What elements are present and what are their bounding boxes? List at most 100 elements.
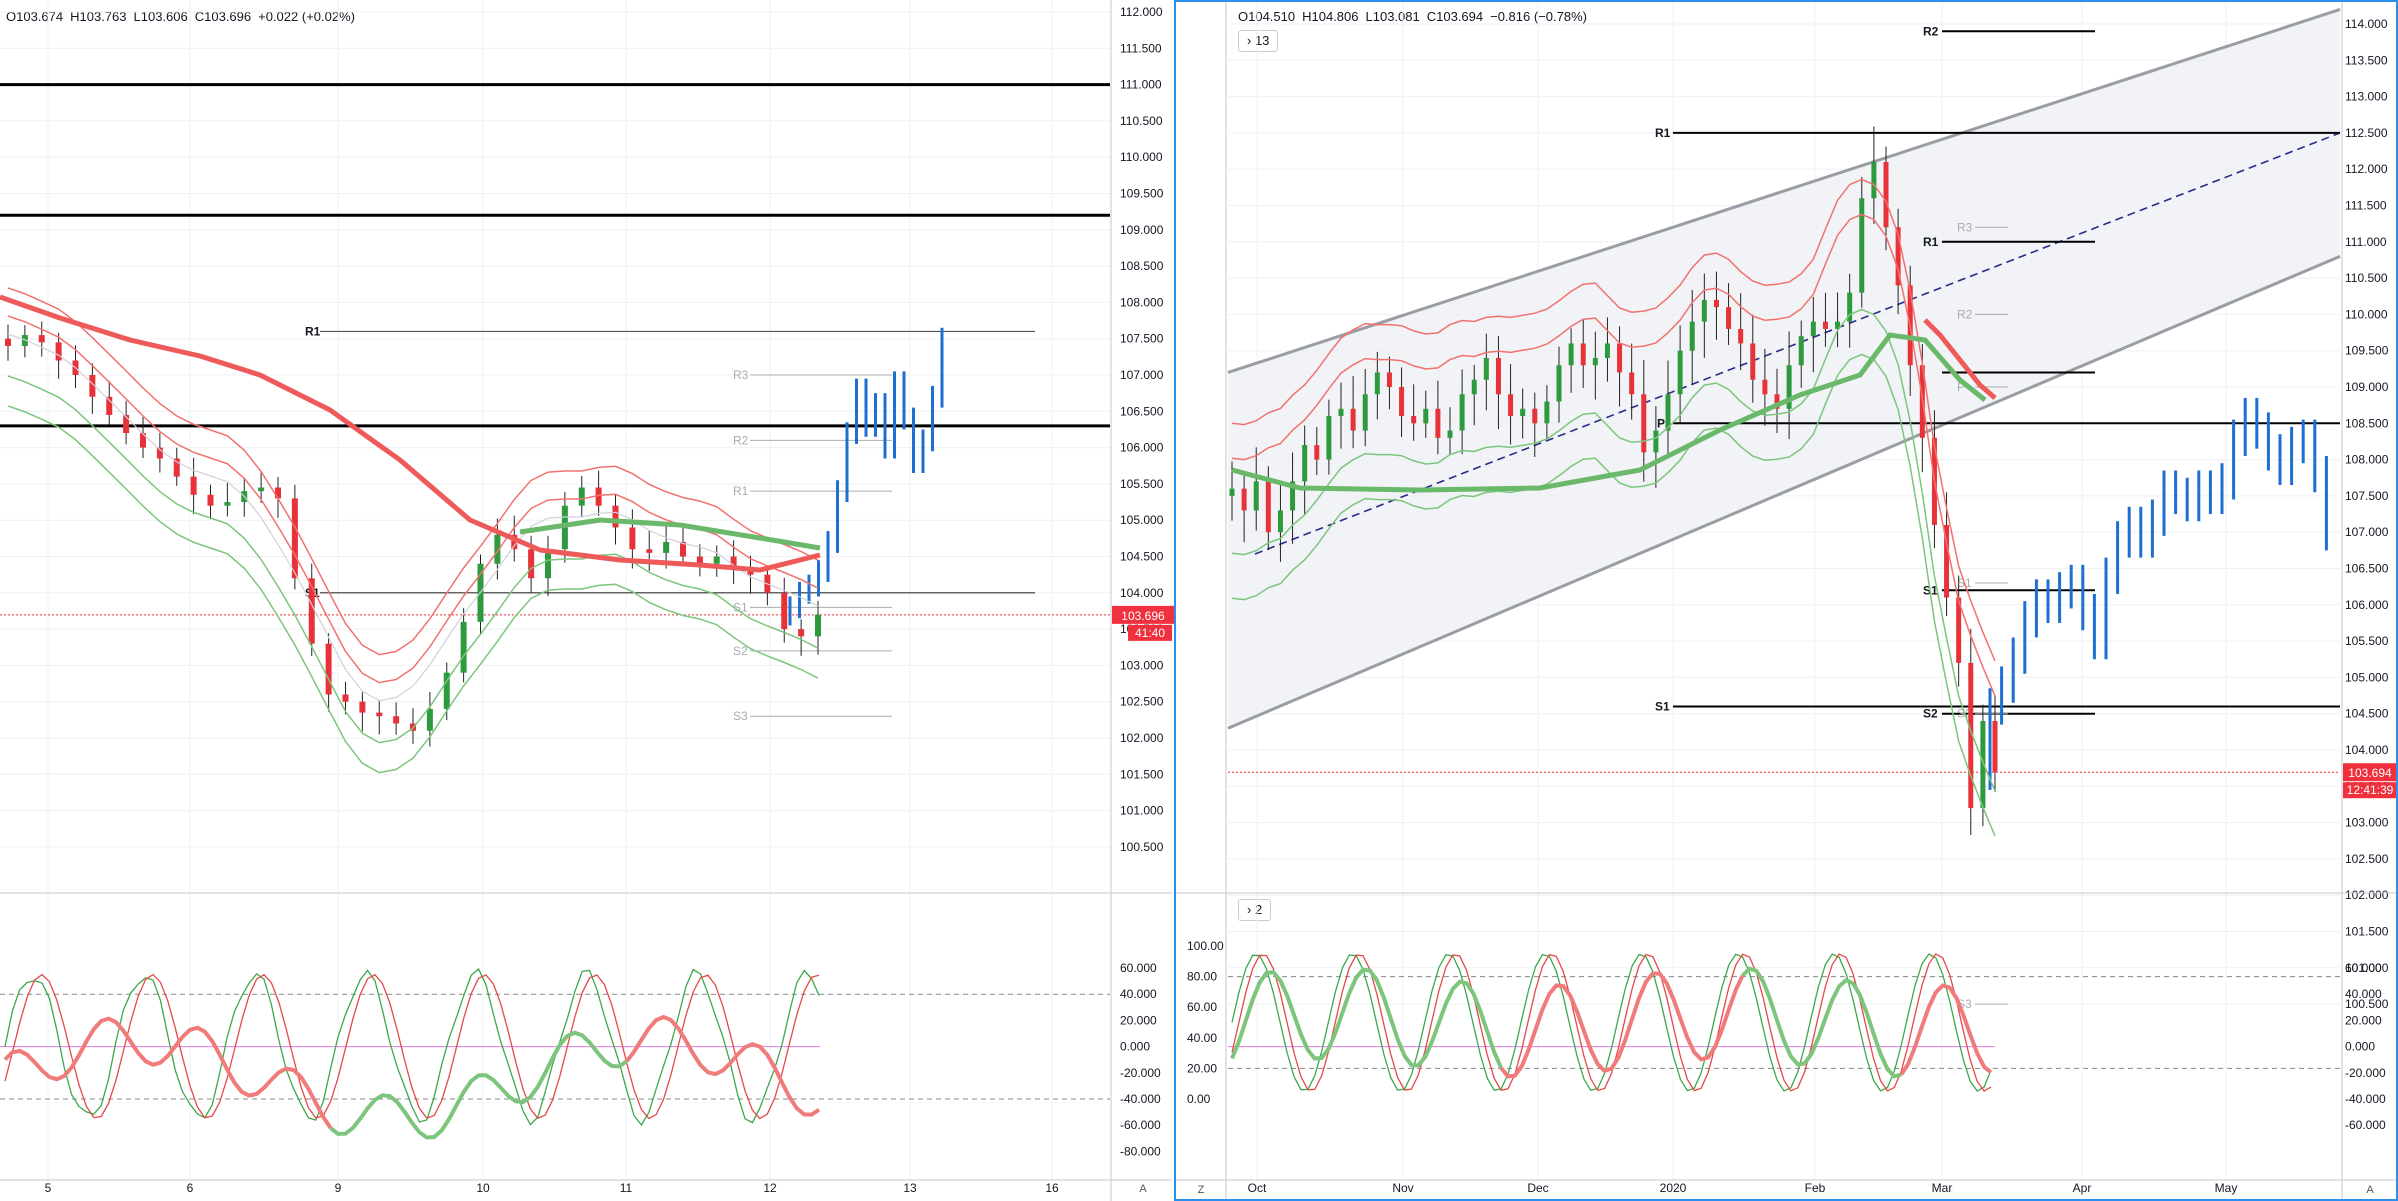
left-price-tick: 102.500 [1120, 695, 1164, 709]
right-price-tick: 112.000 [2345, 162, 2388, 176]
right-price-tick: 112.500 [2345, 126, 2388, 140]
right-price-tick: 110.500 [2345, 271, 2388, 285]
right-osc-left-tick: 100.00 [1187, 939, 1224, 953]
right-r1b-label: R1 [1923, 235, 1939, 249]
left-price-tick: 110.000 [1120, 150, 1163, 164]
left-countdown-text: 41:40 [1135, 626, 1165, 640]
right-candle-body [1762, 379, 1768, 395]
right-candle-body [1689, 321, 1695, 351]
right-time-tick: Mar [1932, 1181, 1953, 1195]
left-mini-pivot-label: R2 [733, 433, 749, 447]
left-osc-tick: 0.000 [1120, 1040, 1150, 1054]
right-candle-body [1726, 307, 1732, 329]
right-last-price-text: 103.694 [2348, 766, 2392, 780]
right-s2-label: S2 [1923, 707, 1938, 721]
left-time-tick: 6 [187, 1181, 194, 1195]
right-osc-smooth-red-2 [1899, 983, 1993, 1076]
right-price-tick: 105.500 [2345, 634, 2389, 648]
left-candle-body [393, 716, 400, 724]
right-price-tick: 102.000 [2345, 888, 2389, 902]
right-candle-body [1483, 357, 1489, 380]
left-axis-mode-button: A [1139, 1183, 1147, 1195]
left-candle-body [173, 458, 180, 477]
left-mini-pivot-label: S3 [733, 709, 748, 723]
left-candle-body [815, 614, 821, 637]
chart-canvas[interactable]: 112.000111.500111.000110.500110.000109.5… [0, 0, 2398, 1201]
left-candle-body [207, 494, 214, 506]
left-price-tick: 101.500 [1120, 767, 1164, 781]
right-countdown-text: 12:41:39 [2347, 783, 2394, 797]
right-time-tick: Nov [1392, 1181, 1413, 1195]
left-candle-body [798, 629, 805, 637]
left-price-tick: 103.000 [1120, 658, 1164, 672]
left-price-tick: 105.000 [1120, 513, 1164, 527]
left-price-tick: 104.000 [1120, 586, 1164, 600]
right-price-tick: 113.000 [2345, 90, 2388, 104]
right-osc-smooth-red [1499, 971, 1745, 1079]
left-price-tick: 109.500 [1120, 187, 1164, 201]
left-osc-tick: 60.000 [1120, 961, 1157, 975]
right-mini-pivot-label: R3 [1957, 220, 1973, 234]
left-time-tick: 9 [335, 1181, 342, 1195]
right-price-tick: 108.000 [2345, 453, 2389, 467]
left-candle-body [612, 505, 619, 528]
left-price-tick: 102.000 [1120, 731, 1164, 745]
left-price-tick: 108.000 [1120, 295, 1164, 309]
right-s1-label: S1 [1655, 699, 1670, 713]
right-candle-body [1859, 198, 1865, 293]
left-candle-body [38, 335, 45, 343]
left-midline [7, 333, 819, 702]
left-candle-body [713, 556, 720, 564]
right-time-tick: Oct [1248, 1181, 1267, 1195]
right-axis-mode-button: A [2366, 1184, 2374, 1196]
left-candle-body [376, 712, 383, 717]
right-price-tick: 104.500 [2345, 707, 2389, 721]
right-candle-body [1738, 328, 1744, 344]
right-candle-body [1883, 161, 1889, 228]
right-candle-body [1277, 510, 1283, 533]
right-price-tick: 105.000 [2345, 670, 2389, 684]
right-candle-body [1713, 299, 1719, 308]
right-price-tick: 107.000 [2345, 525, 2389, 539]
right-candle-body [1629, 372, 1635, 395]
left-candle-body [646, 549, 653, 553]
right-osc-left-tick: 60.00 [1187, 1000, 1217, 1014]
left-price-tick: 107.500 [1120, 332, 1164, 346]
right-candle-body [1810, 321, 1816, 337]
right-candle-body [1580, 343, 1586, 366]
left-time-tick: 13 [903, 1181, 917, 1195]
left-osc-tick: -80.000 [1120, 1144, 1161, 1158]
left-osc-tick: -20.000 [1120, 1066, 1161, 1080]
right-osc-right-tick: -20.000 [2345, 1066, 2386, 1080]
right-osc-left-tick: 80.00 [1187, 970, 1217, 984]
left-keltner-lower [7, 375, 819, 744]
right-price-tick: 111.500 [2345, 199, 2387, 213]
left-candle-body [190, 476, 197, 495]
left-candle-body [224, 502, 231, 506]
left-candle-body [325, 643, 332, 695]
left-price-tick: 107.000 [1120, 368, 1164, 382]
left-price-tick: 111.500 [1120, 41, 1162, 55]
right-candle-body [1617, 343, 1623, 373]
right-price-tick: 109.500 [2345, 344, 2389, 358]
right-candle-body [1495, 357, 1501, 395]
right-candle-body [1677, 350, 1683, 395]
right-candle-body [1423, 408, 1429, 424]
right-price-tick: 102.500 [2345, 852, 2389, 866]
left-price-tick: 101.000 [1120, 804, 1164, 818]
right-candle-body [1459, 394, 1465, 431]
left-candle-body [359, 701, 366, 713]
left-candle-body [5, 338, 11, 346]
right-candle-body [1471, 379, 1477, 395]
right-osc-smooth-green [1230, 967, 1503, 1069]
right-candle-body [1604, 343, 1610, 358]
left-candle-body [528, 549, 535, 579]
right-candle-body [1399, 387, 1405, 417]
left-price-tick: 110.500 [1120, 114, 1163, 128]
right-price-tick: 113.500 [2345, 53, 2388, 67]
right-time-tick: Apr [2073, 1181, 2092, 1195]
right-price-tick: 107.500 [2345, 489, 2389, 503]
left-candle-body [426, 708, 433, 731]
right-candle-body [1544, 401, 1550, 424]
right-r2-label: R2 [1923, 24, 1939, 38]
